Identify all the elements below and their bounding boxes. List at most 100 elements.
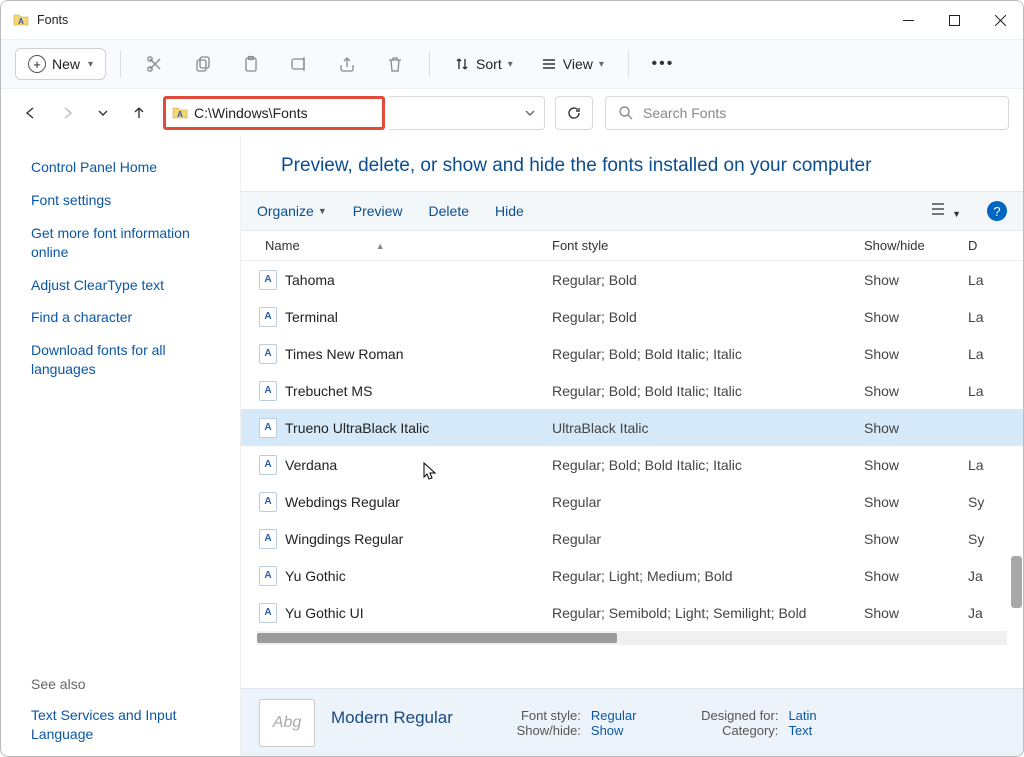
table-row[interactable]: AYu Gothic UIRegular; Semibold; Light; S… bbox=[241, 594, 1023, 631]
font-name: Verdana bbox=[285, 457, 337, 473]
column-header-designed[interactable]: D bbox=[968, 238, 998, 253]
rename-button[interactable] bbox=[279, 46, 319, 82]
sidebar-link-control-panel-home[interactable]: Control Panel Home bbox=[31, 158, 228, 177]
table-row[interactable]: ATahomaRegular; BoldShowLa bbox=[241, 261, 1023, 298]
hide-font-button[interactable]: Hide bbox=[495, 203, 524, 219]
svg-text:A: A bbox=[18, 17, 24, 26]
sidebar: Control Panel Home Font settings Get mor… bbox=[1, 136, 241, 756]
details-showhide-label: Show/hide: bbox=[503, 723, 581, 738]
new-button[interactable]: + New ▾ bbox=[15, 48, 106, 80]
table-rows: ATahomaRegular; BoldShowLaATerminalRegul… bbox=[241, 261, 1023, 631]
fonts-window: A Fonts + New ▾ Sort ▾ View ▾ bbox=[0, 0, 1024, 757]
table-row[interactable]: AWebdings RegularRegularShowSy bbox=[241, 483, 1023, 520]
column-header-showhide[interactable]: Show/hide bbox=[864, 238, 968, 253]
recent-locations-button[interactable] bbox=[87, 97, 119, 129]
delete-font-button[interactable]: Delete bbox=[429, 203, 469, 219]
view-label: View bbox=[563, 56, 593, 72]
sidebar-link-font-settings[interactable]: Font settings bbox=[31, 191, 228, 210]
font-showhide: Show bbox=[864, 420, 968, 436]
sidebar-link-text-services[interactable]: Text Services and Input Language bbox=[31, 706, 228, 744]
maximize-button[interactable] bbox=[931, 1, 977, 39]
preview-button[interactable]: Preview bbox=[353, 203, 403, 219]
table-row[interactable]: ATrebuchet MSRegular; Bold; Bold Italic;… bbox=[241, 372, 1023, 409]
sidebar-link-find-character[interactable]: Find a character bbox=[31, 308, 228, 327]
window-title: Fonts bbox=[37, 13, 68, 27]
font-style: Regular; Bold bbox=[552, 309, 864, 325]
table-row[interactable]: AVerdanaRegular; Bold; Bold Italic; Ital… bbox=[241, 446, 1023, 483]
delete-button[interactable] bbox=[375, 46, 415, 82]
up-button[interactable] bbox=[123, 97, 155, 129]
help-button[interactable]: ? bbox=[987, 201, 1007, 221]
see-also-label: See also bbox=[31, 646, 228, 692]
close-button[interactable] bbox=[977, 1, 1023, 39]
font-designed-for: La bbox=[968, 457, 998, 473]
content-pane: Preview, delete, or show and hide the fo… bbox=[241, 136, 1023, 756]
folder-fonts-icon: A bbox=[172, 105, 188, 121]
view-options-button[interactable]: ▼ bbox=[930, 201, 961, 222]
plus-icon: + bbox=[28, 55, 46, 73]
minimize-button[interactable] bbox=[885, 1, 931, 39]
sort-button[interactable]: Sort ▾ bbox=[444, 50, 523, 78]
search-box[interactable] bbox=[605, 96, 1009, 130]
sidebar-link-more-info[interactable]: Get more font information online bbox=[31, 224, 228, 262]
font-name: Wingdings Regular bbox=[285, 531, 403, 547]
cut-button[interactable] bbox=[135, 46, 175, 82]
details-designed-value[interactable]: Latin bbox=[788, 708, 816, 723]
horizontal-scrollbar[interactable] bbox=[257, 631, 1007, 645]
column-header-style[interactable]: Font style bbox=[552, 238, 864, 253]
back-button[interactable] bbox=[15, 97, 47, 129]
details-pane: Abg Modern Regular Font style:Regular Sh… bbox=[241, 688, 1023, 756]
font-showhide: Show bbox=[864, 494, 968, 510]
chevron-down-icon bbox=[524, 107, 536, 119]
font-showhide: Show bbox=[864, 568, 968, 584]
details-category-value[interactable]: Text bbox=[788, 723, 812, 738]
font-name: Yu Gothic bbox=[285, 568, 346, 584]
search-input[interactable] bbox=[643, 105, 996, 121]
font-file-icon: A bbox=[259, 307, 277, 327]
chevron-down-icon: ▼ bbox=[318, 206, 327, 216]
table-row[interactable]: AYu GothicRegular; Light; Medium; BoldSh… bbox=[241, 557, 1023, 594]
scrollbar-thumb[interactable] bbox=[257, 633, 617, 643]
font-style: Regular; Light; Medium; Bold bbox=[552, 568, 864, 584]
table-row[interactable]: AWingdings RegularRegularShowSy bbox=[241, 520, 1023, 557]
vertical-scrollbar[interactable] bbox=[1011, 556, 1022, 608]
chevron-down-icon: ▾ bbox=[599, 59, 604, 70]
refresh-button[interactable] bbox=[555, 96, 593, 130]
forward-button[interactable] bbox=[51, 97, 83, 129]
font-name: Trebuchet MS bbox=[285, 383, 372, 399]
more-button[interactable]: ••• bbox=[643, 46, 683, 82]
share-button[interactable] bbox=[327, 46, 367, 82]
font-name: Trueno UltraBlack Italic bbox=[285, 420, 429, 436]
details-fontstyle-value[interactable]: Regular bbox=[591, 708, 637, 723]
sidebar-link-cleartype[interactable]: Adjust ClearType text bbox=[31, 276, 228, 295]
font-showhide: Show bbox=[864, 457, 968, 473]
command-toolbar: + New ▾ Sort ▾ View ▾ ••• bbox=[1, 39, 1023, 89]
view-icon bbox=[541, 56, 557, 72]
details-showhide-value[interactable]: Show bbox=[591, 723, 624, 738]
font-designed-for: La bbox=[968, 383, 998, 399]
table-row[interactable]: ATerminalRegular; BoldShowLa bbox=[241, 298, 1023, 335]
sort-icon bbox=[454, 56, 470, 72]
address-bar-dropdown[interactable] bbox=[389, 96, 545, 130]
organize-button[interactable]: Organize ▼ bbox=[257, 203, 327, 219]
page-heading: Preview, delete, or show and hide the fo… bbox=[241, 136, 1023, 191]
sidebar-link-download-all[interactable]: Download fonts for all languages bbox=[31, 341, 228, 379]
font-style: Regular; Bold bbox=[552, 272, 864, 288]
view-button[interactable]: View ▾ bbox=[531, 50, 614, 78]
font-showhide: Show bbox=[864, 531, 968, 547]
font-name: Yu Gothic UI bbox=[285, 605, 364, 621]
font-style: Regular; Bold; Bold Italic; Italic bbox=[552, 457, 864, 473]
address-input[interactable] bbox=[194, 105, 376, 121]
address-bar[interactable]: A bbox=[163, 96, 385, 130]
font-designed-for: La bbox=[968, 346, 998, 362]
table-row[interactable]: ATimes New RomanRegular; Bold; Bold Ital… bbox=[241, 335, 1023, 372]
separator bbox=[120, 51, 121, 77]
table-row[interactable]: ATrueno UltraBlack ItalicUltraBlack Ital… bbox=[241, 409, 1023, 446]
font-style: Regular; Semibold; Light; Semilight; Bol… bbox=[552, 605, 864, 621]
paste-button[interactable] bbox=[231, 46, 271, 82]
table-header: Name ▲ Font style Show/hide D bbox=[241, 231, 1023, 261]
column-header-name[interactable]: Name ▲ bbox=[257, 238, 552, 253]
font-style: Regular; Bold; Bold Italic; Italic bbox=[552, 346, 864, 362]
copy-button[interactable] bbox=[183, 46, 223, 82]
sort-label: Sort bbox=[476, 56, 502, 72]
